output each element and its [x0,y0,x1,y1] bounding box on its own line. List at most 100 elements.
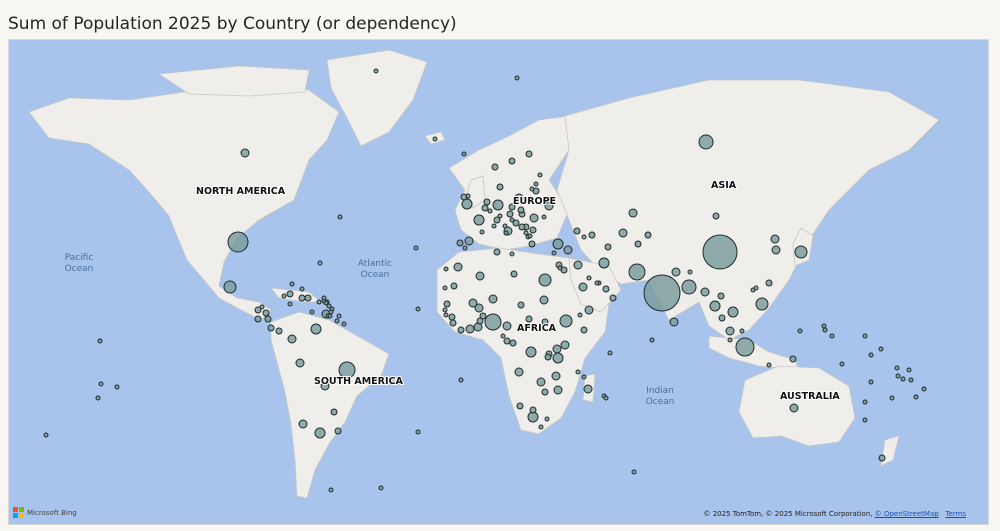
bubble-china[interactable] [702,234,738,270]
bubble-estonia[interactable] [537,172,543,178]
bubble-congo[interactable] [509,339,517,347]
bubble-bulgaria[interactable] [529,226,537,234]
bubble-vanuatu[interactable] [868,379,874,385]
bubble-france[interactable] [473,214,485,226]
bubble-falklands[interactable] [328,487,334,493]
bubble-barbados[interactable] [336,313,342,319]
bubble-india[interactable] [643,274,681,312]
bubble-gibraltar[interactable] [462,245,468,251]
bubble-denmark[interactable] [496,183,504,191]
bubble-monaco[interactable] [491,223,497,229]
bubble-bangladesh[interactable] [681,279,697,295]
bubble-dr-congo[interactable] [525,346,537,358]
bubble-vietnam[interactable] [727,306,739,318]
bubble-moldova[interactable] [541,214,547,220]
bubble-saudi-arabia[interactable] [578,282,588,292]
bubble-eswatini[interactable] [544,416,550,422]
bubble-andorra[interactable] [479,229,485,235]
osm-link[interactable]: © OpenStreetMap [875,510,939,518]
bubble-ivory-coast[interactable] [465,324,475,334]
bubble-madagascar[interactable] [583,384,593,394]
bubble-morocco[interactable] [453,262,463,272]
bubble-djibouti[interactable] [577,312,583,318]
bubble-seychelles[interactable] [607,350,613,356]
bubble-somalia[interactable] [580,326,588,334]
bubble-panama[interactable] [275,327,283,335]
bubble-brunei[interactable] [739,328,745,334]
bubble-portugal[interactable] [456,239,464,247]
bubble-n-mariana[interactable] [821,323,827,329]
bubble-kazakhstan[interactable] [628,208,638,218]
bubble-united-states[interactable] [227,231,249,253]
bubble-egypt[interactable] [538,273,552,287]
bubble-niue[interactable] [913,394,919,400]
bubble-cambodia[interactable] [718,314,726,322]
bubble-sint-maarten[interactable] [321,295,327,301]
bubble-kyrgyzstan[interactable] [644,231,652,239]
bubble-georgia[interactable] [573,227,581,235]
map-canvas[interactable]: NORTH AMERICA SOUTH AMERICA EUROPE AFRIC… [9,40,988,524]
bubble-chile[interactable] [298,419,308,429]
bubble-south-korea[interactable] [771,245,781,255]
bubble-american-samoa[interactable] [900,376,906,382]
bubble-vatican[interactable] [503,230,509,236]
bubble-togo[interactable] [476,317,484,325]
bubble-comoros[interactable] [575,369,581,375]
bubble-sri-lanka[interactable] [669,317,679,327]
bubble-bhutan[interactable] [687,269,693,275]
bubble-syria[interactable] [563,245,573,255]
bubble-belize[interactable] [259,304,265,310]
bubble-uganda[interactable] [552,344,562,354]
bubble-canada[interactable] [240,148,250,158]
bubble-st-helena[interactable] [458,377,464,383]
bubble-mexico[interactable] [223,280,237,294]
bubble-sierra-leone[interactable] [449,319,457,327]
bubble-finland[interactable] [525,150,533,158]
bubble-western-sahara[interactable] [442,285,448,291]
bubble-laos[interactable] [717,292,725,300]
bubble-austria[interactable] [506,210,514,218]
bubble-cyprus[interactable] [551,250,557,256]
bubble-bosnia[interactable] [518,223,526,231]
bubble-fiji[interactable] [921,386,927,392]
bubble-tokelau[interactable] [906,367,912,373]
bubble-micronesia[interactable] [829,333,835,339]
bubble-solomon-islands[interactable] [839,361,845,367]
bubble-cabo-verde[interactable] [415,306,421,312]
bubble-paraguay[interactable] [330,408,338,416]
bubble-turks-caicos[interactable] [299,286,305,292]
bubble-puerto-rico[interactable] [316,299,322,305]
bubble-malaysia[interactable] [725,326,735,336]
bubble-liechtenstein[interactable] [497,213,503,219]
bubble-cook-islands[interactable] [114,384,120,390]
bubble-mayotte[interactable] [581,374,587,380]
bubble-marshall[interactable] [862,333,868,339]
bubble-burundi[interactable] [544,353,552,361]
bubble-grenada[interactable] [327,313,333,319]
bubble-romania[interactable] [529,213,539,223]
bubble-liberia[interactable] [457,326,465,334]
terms-link[interactable]: Terms [945,510,966,518]
bubble-slovakia[interactable] [517,206,525,214]
bubble-montserrat[interactable] [323,300,329,306]
bubble-senegal[interactable] [443,300,451,308]
bubble-maldives[interactable] [649,337,655,343]
bubble-turkmenistan[interactable] [604,243,612,251]
bubble-suriname[interactable] [341,321,347,327]
bubble-svalbard[interactable] [514,75,520,81]
bubble-equatorial-guinea[interactable] [500,333,506,339]
bubble-colombia[interactable] [310,323,322,335]
bubble-luxembourg[interactable] [487,208,493,214]
bubble-haiti[interactable] [298,294,306,302]
bubble-mauritania[interactable] [450,282,458,290]
bubble-cafr[interactable] [525,315,533,323]
bubble-norway[interactable] [491,163,499,171]
bubble-greece[interactable] [528,240,536,248]
bubble-timor-leste[interactable] [766,362,772,368]
bubble-belgium[interactable] [481,204,489,212]
bubble-easter-island[interactable] [98,381,104,387]
bubble-kerguelen[interactable] [631,469,637,475]
bubble-slovenia[interactable] [509,217,515,223]
bubble-pitcairn[interactable] [43,432,49,438]
bubble-cayman[interactable] [281,293,287,299]
